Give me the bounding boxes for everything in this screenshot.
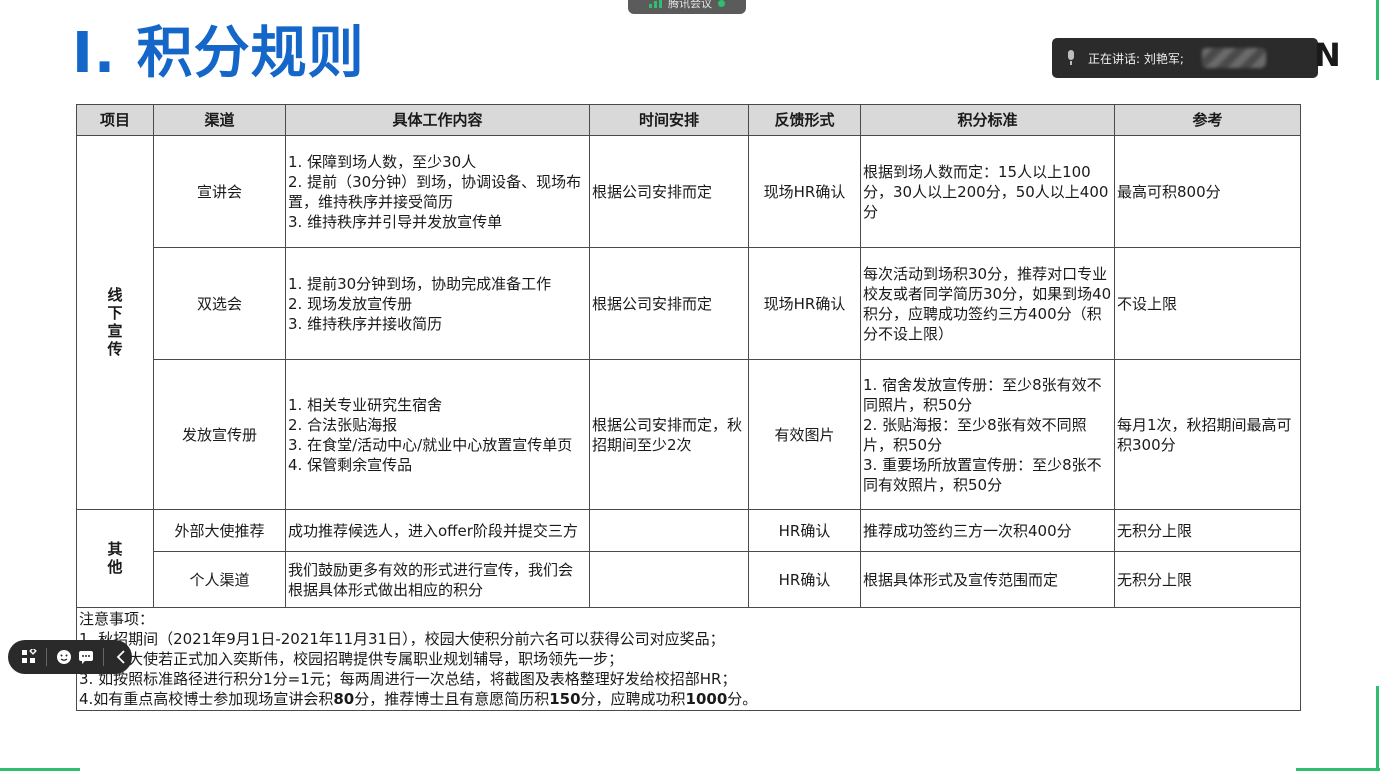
header-content: 具体工作内容 <box>285 104 590 136</box>
meeting-app-pill[interactable]: 腾讯会议 <box>628 0 746 14</box>
apps-grid-icon[interactable] <box>18 647 40 667</box>
header-channel: 渠道 <box>153 104 286 136</box>
table-row: 个人渠道 我们鼓励更多有效的形式进行宣传，我们会根据具体形式做出相应的积分 HR… <box>77 551 1301 608</box>
points-rules-table: 项目 渠道 具体工作内容 时间安排 反馈形式 积分标准 参考 线下宣传 宣讲会 … <box>76 104 1301 711</box>
channel-cell: 宣讲会 <box>153 135 286 248</box>
slide-corner-letter: N <box>1314 36 1341 74</box>
schedule-cell: 根据公司安排而定 <box>589 135 749 248</box>
table-row: 双选会 1. 提前30分钟到场，协助完成准备工作 2. 现场发放宣传册 3. 维… <box>77 247 1301 360</box>
points-cell: 推荐成功签约三方一次积400分 <box>860 509 1115 552</box>
notes-cell: 注意事项： 1. 秋招期间（2021年9月1日-2021年11月31日），校园大… <box>76 607 1301 711</box>
reference-cell: 无积分上限 <box>1114 551 1301 608</box>
accent-line-right-top <box>1376 0 1379 80</box>
table-row: 其他 外部大使推荐 成功推荐候选人，进入offer阶段并提交三方 HR确认 推荐… <box>76 509 1301 608</box>
channel-cell: 发放宣传册 <box>153 359 286 510</box>
content-cell: 我们鼓励更多有效的形式进行宣传，我们会根据具体形式做出相应的积分 <box>285 551 590 608</box>
accent-line-right-bottom <box>1376 686 1379 770</box>
floating-toolbar[interactable] <box>8 640 132 674</box>
reference-cell: 无积分上限 <box>1114 509 1301 552</box>
content-cell: 1. 相关专业研究生宿舍 2. 合法张贴海报 3. 在食堂/活动中心/就业中心放… <box>285 359 590 510</box>
channel-cell: 双选会 <box>153 247 286 360</box>
feedback-cell: HR确认 <box>748 551 861 608</box>
note-item: 4.如有重点高校博士参加现场宣讲会积80分，推荐博士且有意愿简历积150分，应聘… <box>79 690 758 708</box>
status-dot-icon <box>718 0 725 7</box>
microphone-icon <box>1066 50 1076 66</box>
schedule-cell <box>589 509 749 552</box>
chat-icon[interactable] <box>75 647 97 667</box>
feedback-cell: 有效图片 <box>748 359 861 510</box>
accent-line-left-bottom <box>0 768 80 771</box>
signal-icon <box>649 0 662 8</box>
channel-cell: 外部大使推荐 <box>153 509 286 552</box>
note-item: 1. 秋招期间（2021年9月1日-2021年11月31日），校园大使积分前六名… <box>79 630 725 648</box>
header-item: 项目 <box>76 104 154 136</box>
header-schedule: 时间安排 <box>589 104 749 136</box>
chevron-left-icon[interactable] <box>110 647 132 667</box>
toolbar-divider <box>46 648 47 666</box>
slide-title: I. 积分规则 <box>72 21 365 86</box>
feedback-cell: 现场HR确认 <box>748 247 861 360</box>
feedback-cell: HR确认 <box>748 509 861 552</box>
table-row: 线下宣传 宣讲会 1. 保障到场人数，至少30人 2. 提前（30分钟）到场，协… <box>76 135 1301 510</box>
speaking-indicator: 正在讲话: 刘艳军; <box>1052 38 1318 78</box>
points-cell: 根据具体形式及宣传范围而定 <box>860 551 1115 608</box>
header-reference: 参考 <box>1114 104 1301 136</box>
feedback-cell: 现场HR确认 <box>748 135 861 248</box>
note-item: 3. 如按照标准路径进行积分1分=1元；每两周进行一次总结，将截图及表格整理好发… <box>79 670 737 688</box>
meeting-app-title: 腾讯会议 <box>668 0 712 10</box>
schedule-cell: 根据公司安排而定 <box>589 247 749 360</box>
points-cell: 每次活动到场积30分，推荐对口专业校友或者同学简历30分，如果到场40积分，应聘… <box>860 247 1115 360</box>
table-header-row: 项目 渠道 具体工作内容 时间安排 反馈形式 积分标准 参考 <box>76 104 1301 136</box>
reference-cell: 最高可积800分 <box>1114 135 1301 248</box>
channel-cell: 个人渠道 <box>153 551 286 608</box>
content-cell: 成功推荐候选人，进入offer阶段并提交三方 <box>285 509 590 552</box>
accent-line-bottom-right <box>1296 768 1380 771</box>
toolbar-divider <box>103 648 104 666</box>
content-cell: 1. 提前30分钟到场，协助完成准备工作 2. 现场发放宣传册 3. 维持秩序并… <box>285 247 590 360</box>
note-item: 2. 校园大使若正式加入奕斯伟，校园招聘提供专属职业规划辅导，职场领先一步； <box>79 650 624 668</box>
group-offline: 线下宣传 <box>76 135 154 510</box>
points-cell: 1. 宿舍发放宣传册：至少8张有效不同照片，积50分 2. 张贴海报：至少8张有… <box>860 359 1115 510</box>
content-cell: 1. 保障到场人数，至少30人 2. 提前（30分钟）到场，协调设备、现场布置，… <box>285 135 590 248</box>
header-feedback: 反馈形式 <box>748 104 861 136</box>
smiley-icon[interactable] <box>53 647 75 667</box>
points-cell: 根据到场人数而定：15人以上100分，30人以上200分，50人以上400分 <box>860 135 1115 248</box>
reference-cell: 每月1次，秋招期间最高可积300分 <box>1114 359 1301 510</box>
blurred-avatar <box>1201 48 1266 68</box>
group-other: 其他 <box>76 509 154 608</box>
schedule-cell: 根据公司安排而定，秋招期间至少2次 <box>589 359 749 510</box>
table-row: 发放宣传册 1. 相关专业研究生宿舍 2. 合法张贴海报 3. 在食堂/活动中心… <box>77 359 1301 510</box>
notes-heading: 注意事项： <box>79 610 155 628</box>
notes-row: 注意事项： 1. 秋招期间（2021年9月1日-2021年11月31日），校园大… <box>76 607 1301 711</box>
speaking-label: 正在讲话: 刘艳军; <box>1088 51 1184 66</box>
schedule-cell <box>589 551 749 608</box>
reference-cell: 不设上限 <box>1114 247 1301 360</box>
header-points: 积分标准 <box>860 104 1115 136</box>
